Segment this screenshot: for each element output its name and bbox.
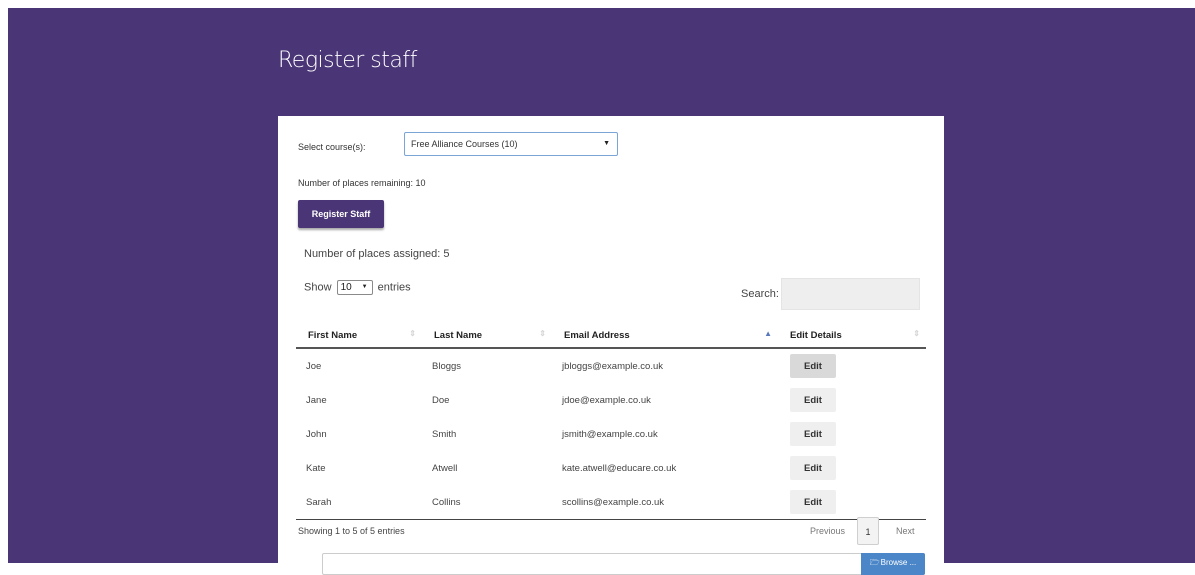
sort-arrows-icon: ⇕ [913,329,920,338]
page-title: Register staff [278,48,417,73]
last-name-cell: Bloggs [432,360,462,372]
column-header-label: Email Address [564,330,630,341]
column-header-first-name[interactable]: First Name ⇕ [296,324,422,349]
sort-up-icon: ▲ [764,329,772,338]
entries-length-select[interactable]: 10 ▼ [336,280,373,295]
staff-table: First Name ⇕ Last Name ⇕ Email Address ▲ Ed… [296,324,926,520]
edit-cell: Edit [778,417,926,451]
table-row: Sarah Collins scollins@example.co.uk Edi… [296,485,926,520]
table-info: Showing 1 to 5 of 5 entries [298,526,405,536]
last-name-cell: Collins [422,485,552,520]
email-cell: jbloggs@example.co.uk [562,360,664,372]
show-label: Show [304,281,332,294]
email-cell: jdoe@example.co.uk [562,394,651,406]
column-header-label: Edit Details [790,330,842,341]
column-header-label: First Name [308,330,358,341]
sort-arrows-icon: ⇕ [539,329,546,338]
edit-button[interactable]: Edit [790,388,836,412]
first-name-cell: Jane [306,394,327,406]
edit-cell: Edit [778,451,926,485]
edit-button[interactable]: Edit [790,456,836,480]
register-card: Select course(s): Free Alliance Courses … [278,116,944,575]
browse-button[interactable]: 🗁Browse ... [861,553,925,575]
entries-length-value: 10 [340,282,352,293]
column-header-last-name[interactable]: Last Name ⇕ [422,324,552,349]
edit-cell: Edit [778,383,926,417]
entries-label: entries [377,281,411,294]
table-row: Joe Bloggs jbloggs@example.co.uk Edit [296,348,926,383]
places-assigned-text: Number of places assigned: 5 [304,248,450,260]
last-name-cell: Doe [432,394,450,406]
caret-down-icon: ▼ [603,140,610,147]
first-name-cell: John [306,428,327,440]
sort-arrows-icon: ⇕ [409,329,416,338]
column-header-email-address[interactable]: Email Address ▲ [552,324,778,349]
column-header-edit-details[interactable]: Edit Details ⇕ [778,324,926,349]
first-name-cell: Joe [306,360,322,372]
course-select-value: Free Alliance Courses (10) [411,139,518,149]
table-row: Kate Atwell kate.atwell@educare.co.uk Ed… [296,451,926,485]
edit-button[interactable]: Edit [790,490,836,514]
page-background: Register staff Select course(s): Free Al… [8,8,1195,575]
table-row: John Smith jsmith@example.co.uk Edit [296,417,926,451]
search-label: Search: [741,288,779,300]
edit-button[interactable]: Edit [790,354,836,378]
column-header-label: Last Name [434,330,483,341]
table-header-row: First Name ⇕ Last Name ⇕ Email Address ▲ Ed… [296,324,926,349]
edit-button[interactable]: Edit [790,422,836,446]
places-remaining-text: Number of places remaining: 10 [298,178,426,188]
pagination-previous[interactable]: Previous [810,517,845,545]
first-name-cell: Sarah [296,485,422,520]
edit-cell: Edit [778,348,926,383]
first-name-cell: Kate [306,462,326,474]
caret-down-icon: ▼ [361,284,368,290]
entries-length-control: Show 10 ▼ entries [304,280,411,295]
edit-cell: Edit [778,485,926,520]
last-name-cell: Smith [432,428,457,440]
pagination-next[interactable]: Next [896,517,915,545]
last-name-cell: Atwell [432,462,458,474]
table-row: Jane Doe jdoe@example.co.uk Edit [296,383,926,417]
email-cell: jsmith@example.co.uk [562,428,658,440]
file-upload-field[interactable] [322,553,925,575]
email-cell: kate.atwell@educare.co.uk [562,462,677,474]
register-staff-button[interactable]: Register Staff [298,200,384,228]
course-select[interactable]: Free Alliance Courses (10) ▼ [404,132,618,156]
course-select-label: Select course(s): [298,142,366,152]
email-cell: scollins@example.co.uk [552,485,778,520]
pagination-page-1[interactable]: 1 [857,517,879,545]
search-input[interactable] [781,278,920,310]
